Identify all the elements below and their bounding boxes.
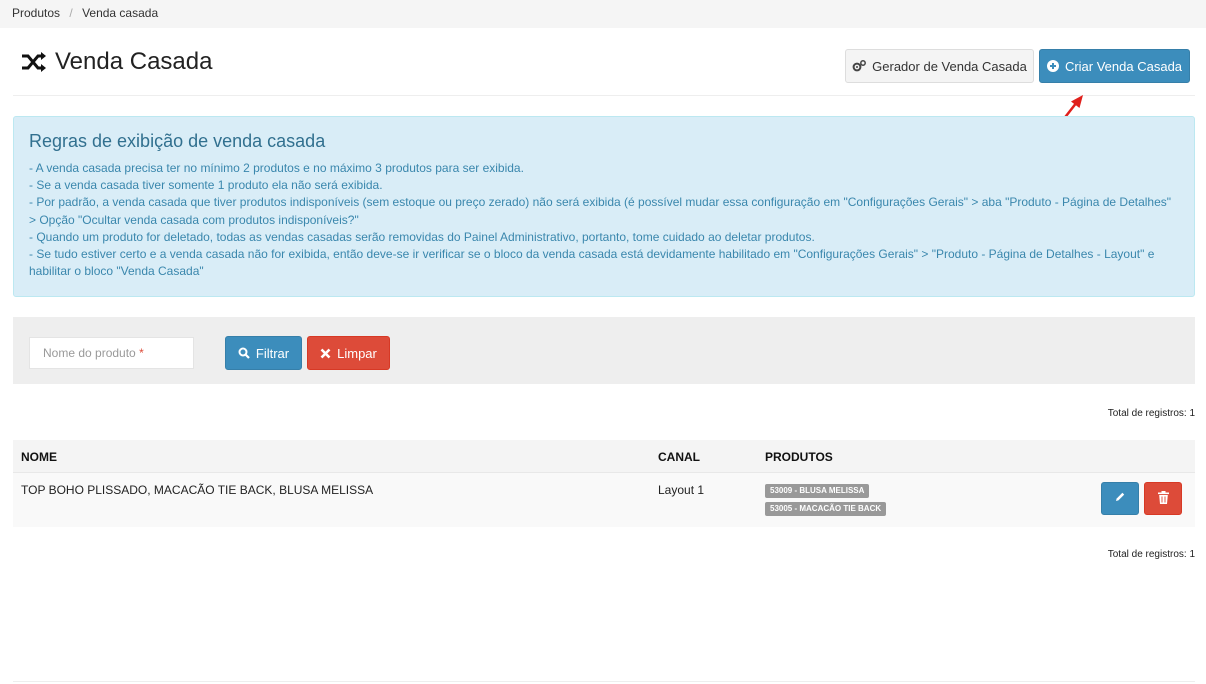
search-icon bbox=[238, 347, 250, 359]
filtrar-label: Filtrar bbox=[255, 345, 290, 361]
callout-title: Regras de exibição de venda casada bbox=[29, 131, 326, 151]
venda-casada-table: NOME CANAL PRODUTOS TOP BOHO PLISSADO, M… bbox=[13, 440, 1195, 527]
page-title: Venda Casada bbox=[21, 48, 212, 76]
limpar-button[interactable]: Limpar bbox=[307, 336, 390, 370]
breadcrumb-item-venda-casada: Venda casada bbox=[82, 6, 159, 20]
breadcrumb-item-produtos[interactable]: Produtos bbox=[12, 6, 60, 20]
rules-callout: Regras de exibição de venda casada - A v… bbox=[13, 116, 1195, 297]
cell-produtos: 53009 - BLUSA MELISSA 53005 - MACACÃO TI… bbox=[765, 484, 887, 516]
footer-divider bbox=[13, 681, 1195, 682]
callout-line: - Se tudo estiver certo e a venda casada… bbox=[29, 247, 1155, 279]
filter-box: Nome do produto * Filtrar Limpar bbox=[13, 317, 1195, 384]
criar-label: Criar Venda Casada bbox=[1064, 58, 1183, 74]
product-badge: 53005 - MACACÃO TIE BACK bbox=[765, 502, 887, 516]
column-header-produtos: PRODUTOS bbox=[765, 450, 833, 464]
callout-line: - A venda casada precisa ter no mínimo 2… bbox=[29, 161, 524, 175]
shuffle-icon bbox=[21, 51, 47, 73]
limpar-label: Limpar bbox=[337, 345, 377, 361]
pencil-icon bbox=[1114, 491, 1126, 506]
table-row: TOP BOHO PLISSADO, MACACÃO TIE BACK, BLU… bbox=[13, 473, 1195, 527]
gerador-venda-casada-button[interactable]: Gerador de Venda Casada bbox=[845, 49, 1034, 83]
page-header: Venda Casada Gerador de Venda Casada Cri… bbox=[13, 30, 1195, 96]
product-name-placeholder: Nome do produto bbox=[43, 346, 136, 360]
edit-button[interactable] bbox=[1101, 482, 1139, 515]
cell-nome: TOP BOHO PLISSADO, MACACÃO TIE BACK, BLU… bbox=[21, 483, 374, 497]
callout-line: - Por padrão, a venda casada que tiver p… bbox=[29, 195, 1172, 227]
total-records-bottom: Total de registros: 1 bbox=[1107, 549, 1195, 560]
required-mark: * bbox=[139, 346, 144, 360]
table-header: NOME CANAL PRODUTOS bbox=[13, 440, 1195, 473]
filtrar-button[interactable]: Filtrar bbox=[225, 336, 302, 370]
criar-venda-casada-button[interactable]: Criar Venda Casada bbox=[1039, 49, 1190, 83]
close-icon bbox=[320, 348, 331, 359]
cogs-icon bbox=[852, 60, 867, 72]
callout-line: - Se a venda casada tiver somente 1 prod… bbox=[29, 178, 383, 193]
page-title-text: Venda Casada bbox=[55, 48, 213, 75]
trash-icon bbox=[1157, 490, 1169, 507]
total-records-top: Total de registros: 1 bbox=[1107, 408, 1195, 419]
delete-button[interactable] bbox=[1144, 482, 1182, 515]
product-badge: 53009 - BLUSA MELISSA bbox=[765, 484, 870, 498]
gerador-label: Gerador de Venda Casada bbox=[872, 58, 1027, 74]
column-header-nome: NOME bbox=[21, 450, 57, 464]
cell-canal: Layout 1 bbox=[658, 483, 705, 497]
column-header-canal: CANAL bbox=[658, 450, 700, 464]
breadcrumb: Produtos / Venda casada bbox=[0, 0, 1206, 28]
callout-line: - Quando um produto for deletado, todas … bbox=[29, 229, 815, 244]
breadcrumb-separator: / bbox=[69, 6, 73, 20]
plus-circle-icon bbox=[1046, 60, 1059, 72]
product-name-input[interactable]: Nome do produto * bbox=[29, 337, 194, 369]
